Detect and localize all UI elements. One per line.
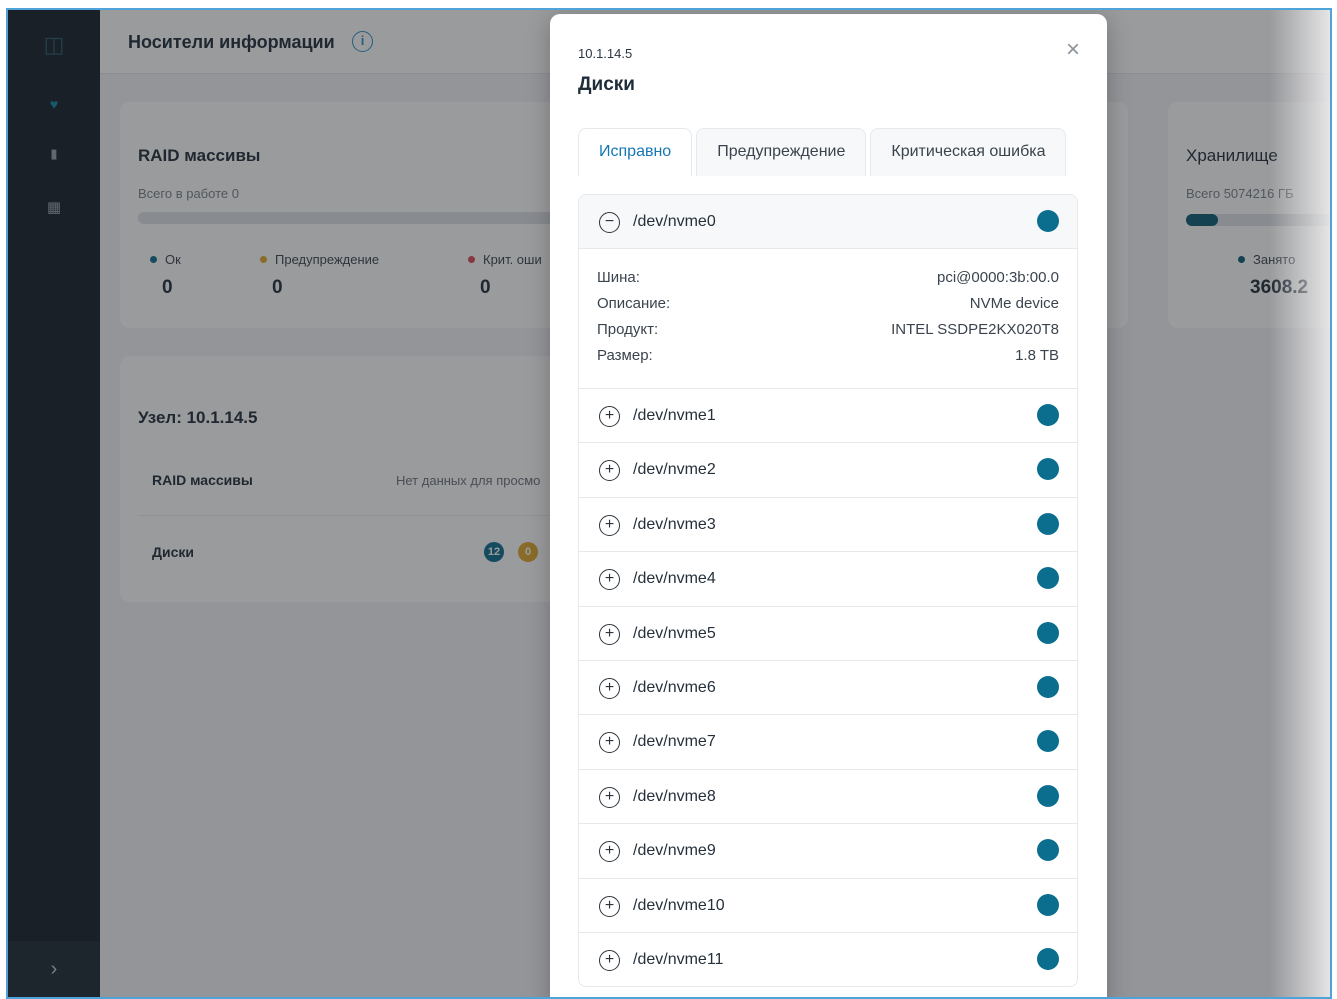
detail-label: Размер:: [597, 347, 653, 364]
detail-row-bus: Шина: pci@0000:3b:00.0: [597, 269, 1059, 295]
app-window: ◫ ♥ ▮ ▦ › Носители информации i RAID мас…: [6, 8, 1332, 999]
expand-icon[interactable]: +: [599, 949, 620, 971]
detail-row-size: Размер: 1.8 TB: [597, 347, 1059, 373]
expand-icon[interactable]: +: [599, 406, 620, 427]
detail-value: NVMe device: [969, 295, 1059, 312]
status-ok-dot: [1037, 458, 1059, 481]
detail-label: Продукт:: [597, 321, 659, 338]
disk-name: /dev/nvme5: [633, 624, 716, 642]
disk-row-nvme8[interactable]: + /dev/nvme8: [579, 768, 1077, 823]
detail-label: Шина:: [597, 269, 640, 286]
modal-host-address: 10.1.14.5: [578, 46, 633, 61]
disk-name: /dev/nvme8: [633, 787, 716, 805]
disk-name: /dev/nvme11: [633, 950, 724, 968]
expand-icon[interactable]: +: [599, 623, 620, 645]
expand-icon[interactable]: +: [599, 786, 620, 808]
status-ok-dot: [1037, 947, 1059, 970]
tab-critical[interactable]: Критическая ошибка: [870, 128, 1067, 176]
status-ok-dot: [1037, 512, 1059, 535]
status-ok-dot: [1037, 210, 1059, 232]
expand-icon[interactable]: +: [599, 841, 620, 863]
status-ok-dot: [1037, 784, 1059, 807]
disk-details: Шина: pci@0000:3b:00.0 Описание: NVMe devi…: [579, 248, 1077, 388]
disk-name: /dev/nvme3: [633, 515, 716, 533]
disk-row-nvme1[interactable]: + /dev/nvme1: [579, 388, 1077, 442]
disk-row-nvme11[interactable]: + /dev/nvme11: [579, 931, 1077, 986]
collapse-icon[interactable]: −: [599, 212, 620, 233]
expand-icon[interactable]: +: [599, 677, 620, 699]
disk-name: /dev/nvme9: [633, 842, 716, 860]
disk-row-nvme2[interactable]: + /dev/nvme2: [579, 442, 1077, 496]
disk-list: − /dev/nvme0 Шина: pci@0000:3b:00.0 Описа…: [578, 194, 1078, 988]
disk-row-nvme7[interactable]: + /dev/nvme7: [579, 714, 1077, 768]
expand-icon[interactable]: +: [599, 895, 620, 917]
status-ok-dot: [1037, 839, 1059, 862]
detail-row-product: Продукт: INTEL SSDPE2KX020T8: [597, 321, 1059, 347]
status-ok-dot: [1037, 567, 1059, 590]
expand-icon[interactable]: +: [599, 569, 620, 591]
disk-name: /dev/nvme4: [633, 570, 716, 588]
disk-row-nvme0[interactable]: − /dev/nvme0: [579, 195, 1077, 248]
disk-name: /dev/nvme0: [633, 213, 716, 230]
expand-icon[interactable]: +: [599, 460, 620, 482]
detail-value: pci@0000:3b:00.0: [937, 269, 1059, 286]
status-ok-dot: [1037, 621, 1059, 644]
disk-name: /dev/nvme2: [633, 461, 716, 479]
detail-label: Описание:: [597, 295, 671, 312]
disk-name: /dev/nvme6: [633, 678, 716, 696]
edge-fade: [1270, 10, 1330, 997]
disks-modal: 10.1.14.5 Диски × Исправно Предупреждени…: [550, 14, 1107, 997]
close-icon[interactable]: ×: [1061, 38, 1085, 62]
detail-value: INTEL SSDPE2KX020T8: [891, 321, 1059, 338]
disk-name: /dev/nvme10: [633, 896, 725, 914]
status-ok-dot: [1037, 675, 1059, 698]
modal-title: Диски: [578, 74, 635, 95]
tab-warning[interactable]: Предупреждение: [696, 128, 867, 176]
status-ok-dot: [1037, 404, 1059, 426]
disk-name: /dev/nvme1: [633, 407, 716, 424]
disk-row-nvme3[interactable]: + /dev/nvme3: [579, 496, 1077, 551]
disk-row-nvme5[interactable]: + /dev/nvme5: [579, 605, 1077, 660]
expand-icon[interactable]: +: [599, 514, 620, 536]
detail-row-description: Описание: NVMe device: [597, 295, 1059, 321]
disk-name: /dev/nvme7: [633, 733, 716, 751]
tab-healthy[interactable]: Исправно: [578, 128, 693, 176]
detail-value: 1.8 TB: [1015, 347, 1059, 364]
disk-row-nvme10[interactable]: + /dev/nvme10: [579, 877, 1077, 932]
disk-row-nvme9[interactable]: + /dev/nvme9: [579, 823, 1077, 877]
status-ok-dot: [1037, 730, 1059, 753]
status-ok-dot: [1037, 893, 1059, 916]
status-tabs: Исправно Предупреждение Критическая ошиб…: [578, 128, 1067, 176]
disk-row-nvme6[interactable]: + /dev/nvme6: [579, 659, 1077, 714]
expand-icon[interactable]: +: [599, 732, 620, 754]
disk-row-nvme4[interactable]: + /dev/nvme4: [579, 551, 1077, 605]
